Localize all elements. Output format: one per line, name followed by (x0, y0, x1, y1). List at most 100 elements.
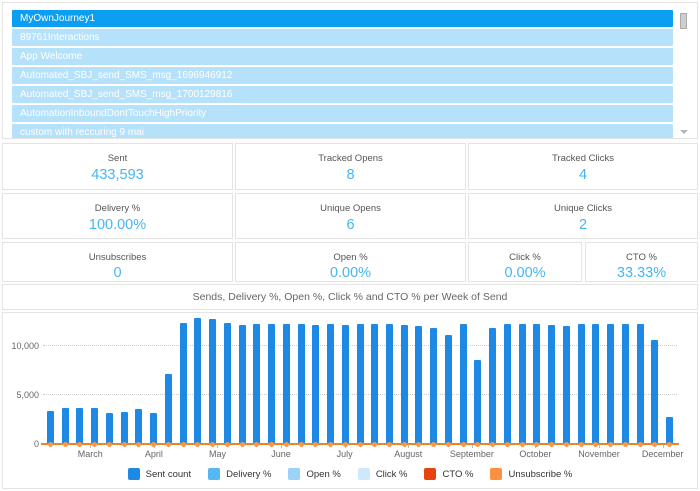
stat-tracked-clicks: Tracked Clicks 4 (468, 143, 698, 190)
bar[interactable] (415, 326, 422, 444)
baseline-marker (195, 442, 200, 447)
journey-list-item[interactable]: Automated_SBJ_send_SMS_msg_1700129816 (12, 86, 673, 103)
bar[interactable] (180, 323, 187, 444)
bar[interactable] (637, 324, 644, 444)
stat-value: 8 (236, 167, 465, 183)
legend-swatch-icon (208, 468, 220, 480)
bar[interactable] (607, 324, 614, 444)
legend-label: Sent count (146, 469, 191, 480)
stat-tracked-opens: Tracked Opens 8 (235, 143, 466, 190)
journey-list-item[interactable]: AutomationInboundDontTouchHighPriority (12, 105, 673, 122)
bar[interactable] (342, 325, 349, 444)
journey-list-item[interactable]: custom with reccuring 9 mai (12, 124, 673, 139)
stat-label: Unique Opens (236, 203, 465, 214)
bar[interactable] (165, 374, 172, 444)
scrollbar-down-arrow-icon[interactable] (680, 130, 688, 134)
baseline-marker (623, 442, 628, 447)
stat-delivery-pct: Delivery % 100.00% (2, 193, 233, 239)
bar[interactable] (430, 328, 437, 444)
bar[interactable] (489, 328, 496, 444)
bar[interactable] (622, 324, 629, 444)
bar[interactable] (592, 324, 599, 444)
baseline-marker (63, 442, 68, 447)
x-tick-label: April (145, 449, 163, 459)
stat-value: 4 (469, 167, 697, 183)
baseline-marker (225, 442, 230, 447)
bar[interactable] (386, 324, 393, 444)
baseline-marker (299, 442, 304, 447)
legend-item[interactable]: Unsubscribe % (490, 468, 572, 480)
bar[interactable] (445, 335, 452, 444)
bar[interactable] (76, 408, 83, 444)
baseline-marker (579, 442, 584, 447)
baseline-marker (92, 442, 97, 447)
baseline-marker (505, 442, 510, 447)
scrollbar-thumb[interactable] (680, 13, 687, 29)
bar[interactable] (239, 325, 246, 444)
bar[interactable] (91, 408, 98, 444)
y-tick-label: 0 (3, 439, 39, 449)
legend-item[interactable]: CTO % (424, 468, 473, 480)
baseline-marker (77, 442, 82, 447)
bar[interactable] (651, 340, 658, 444)
stat-unsubscribes: Unsubscribes 0 (2, 242, 233, 282)
bar[interactable] (666, 417, 673, 444)
baseline-marker (343, 442, 348, 447)
bar[interactable] (150, 413, 157, 444)
stat-value: 33.33% (586, 265, 697, 281)
chart-legend: Sent count Delivery % Open % Click % CTO % Un… (3, 468, 697, 480)
baseline-marker (284, 442, 289, 447)
bar[interactable] (253, 324, 260, 444)
legend-item[interactable]: Open % (288, 468, 340, 480)
legend-item[interactable]: Delivery % (208, 468, 271, 480)
bar[interactable] (47, 411, 54, 444)
bar[interactable] (106, 413, 113, 444)
bar[interactable] (283, 324, 290, 444)
baseline-marker (358, 442, 363, 447)
bar[interactable] (563, 326, 570, 444)
stat-label: Sent (3, 153, 232, 164)
bar[interactable] (519, 324, 526, 444)
journey-list-item[interactable]: App Welcome (12, 48, 673, 65)
bar[interactable] (357, 324, 364, 444)
bar[interactable] (371, 324, 378, 444)
bar[interactable] (578, 324, 585, 444)
baseline-marker (313, 442, 318, 447)
baseline-marker (402, 442, 407, 447)
bar[interactable] (460, 324, 467, 444)
journey-list-item-selected[interactable]: MyOwnJourney1 (12, 10, 673, 27)
journey-list-item[interactable]: 89761Interactions (12, 29, 673, 46)
baseline-marker (431, 442, 436, 447)
bar[interactable] (62, 408, 69, 444)
bar[interactable] (504, 324, 511, 444)
bar[interactable] (548, 325, 555, 444)
legend-item[interactable]: Sent count (128, 468, 191, 480)
bar[interactable] (401, 325, 408, 444)
baseline-marker (490, 442, 495, 447)
bar[interactable] (533, 324, 540, 444)
stat-cto-pct: CTO % 33.33% (585, 242, 698, 282)
bar[interactable] (327, 324, 334, 444)
bar[interactable] (312, 325, 319, 444)
legend-swatch-icon (424, 468, 436, 480)
bar[interactable] (194, 318, 201, 444)
bar[interactable] (224, 323, 231, 444)
legend-label: Open % (306, 469, 340, 480)
legend-item[interactable]: Click % (358, 468, 408, 480)
bar[interactable] (298, 324, 305, 444)
list-scrollbar[interactable] (680, 12, 688, 134)
x-tick-label: May (209, 449, 226, 459)
bar[interactable] (209, 319, 216, 444)
baseline-marker (107, 442, 112, 447)
legend-label: CTO % (442, 469, 473, 480)
bar[interactable] (135, 409, 142, 444)
bar[interactable] (474, 360, 481, 444)
bar[interactable] (121, 412, 128, 444)
bar[interactable] (268, 324, 275, 444)
legend-label: Delivery % (226, 469, 271, 480)
baseline-marker (136, 442, 141, 447)
legend-swatch-icon (128, 468, 140, 480)
baseline-marker (593, 442, 598, 447)
journey-list-item[interactable]: Automated_SBJ_send_SMS_msg_1696946912 (12, 67, 673, 84)
baseline-marker (151, 442, 156, 447)
